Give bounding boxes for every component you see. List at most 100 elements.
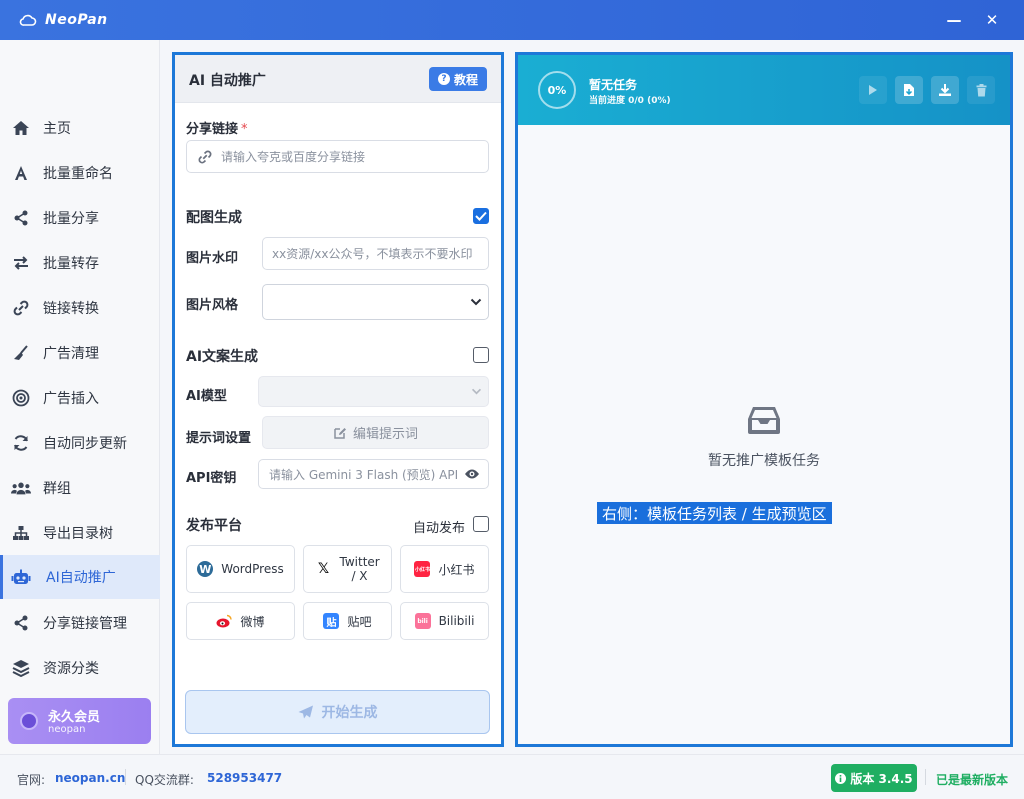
sidebar-item-label: 广告清理 bbox=[43, 346, 99, 362]
platform-tieba-button[interactable]: 贴 贴吧 bbox=[303, 602, 392, 640]
watermark-placeholder: xx资源/xx公众号，不填表示不要水印 bbox=[272, 247, 473, 261]
sidebar-item-label: 主页 bbox=[43, 121, 71, 137]
platform-wordpress-button[interactable]: W WordPress bbox=[186, 545, 295, 593]
sidebar-item-ad-clean[interactable]: 广告清理 bbox=[0, 331, 160, 375]
sidebar-item-batch-share[interactable]: 批量分享 bbox=[0, 196, 160, 240]
wordpress-icon: W bbox=[197, 561, 214, 577]
chevron-down-icon bbox=[471, 388, 482, 395]
home-icon bbox=[11, 118, 31, 138]
share-link-label: 分享链接 * bbox=[186, 122, 248, 137]
sidebar-item-label: 自动同步更新 bbox=[43, 436, 127, 452]
sidebar-item-label: 资源分类 bbox=[43, 661, 99, 677]
sidebar-item-ai-promo[interactable]: AI自动推广 bbox=[0, 555, 160, 599]
platform-label: Bilibili bbox=[438, 614, 475, 628]
title-bar: NeoPan — ✕ bbox=[0, 0, 1024, 40]
download-icon bbox=[938, 83, 952, 97]
import-file-button[interactable] bbox=[895, 76, 923, 104]
tieba-icon: 贴 bbox=[323, 613, 340, 629]
layers-icon bbox=[11, 658, 31, 678]
link-icon bbox=[11, 298, 31, 318]
sidebar-item-label: 广告插入 bbox=[43, 391, 99, 407]
close-button[interactable]: ✕ bbox=[982, 10, 1002, 30]
version-badge[interactable]: 版本 3.4.5 bbox=[831, 764, 917, 792]
sidebar-item-label: 批量转存 bbox=[43, 256, 99, 272]
ai-model-label: AI模型 bbox=[186, 389, 227, 404]
ai-model-select[interactable] bbox=[258, 376, 489, 407]
update-status: 已是最新版本 bbox=[936, 773, 1009, 787]
platform-bilibili-button[interactable]: bili Bilibili bbox=[400, 602, 489, 640]
play-button[interactable] bbox=[859, 76, 887, 104]
progress-ring: 0% bbox=[538, 71, 576, 109]
api-key-input[interactable]: 请输入 Gemini 3 Flash (预览) API bbox=[258, 459, 489, 489]
share-icon bbox=[11, 208, 31, 228]
task-progress-text: 当前进度 0/0 (0%) bbox=[589, 96, 671, 106]
sidebar-item-label: 批量重命名 bbox=[43, 166, 113, 182]
platform-label: 贴吧 bbox=[347, 614, 372, 629]
form-header: AI 自动推广 ? 教程 bbox=[175, 55, 501, 103]
publish-label: 发布平台 bbox=[186, 518, 242, 534]
sidebar-item-label: 导出目录树 bbox=[43, 526, 113, 542]
image-gen-checkbox[interactable] bbox=[473, 208, 489, 224]
sidebar-item-transfer[interactable]: 批量转存 bbox=[0, 241, 160, 285]
bilibili-icon: bili bbox=[414, 613, 431, 629]
edit-prompt-button[interactable]: 编辑提示词 bbox=[262, 416, 489, 449]
empty-state-text: 暂无推广模板任务 bbox=[708, 453, 820, 469]
cloud-logo-icon bbox=[18, 10, 38, 30]
tutorial-button[interactable]: ? 教程 bbox=[429, 67, 487, 91]
xiaohongshu-icon: 小红书 bbox=[414, 561, 431, 577]
weibo-icon bbox=[216, 613, 233, 629]
minimize-button[interactable]: — bbox=[944, 10, 964, 30]
chevron-down-icon bbox=[470, 298, 482, 306]
delete-button[interactable] bbox=[967, 76, 995, 104]
send-icon bbox=[298, 705, 314, 720]
api-key-placeholder: 请输入 Gemini 3 Flash (预览) API bbox=[269, 467, 458, 482]
sidebar-item-auto-sync[interactable]: 自动同步更新 bbox=[0, 421, 160, 465]
status-footer: 官网: neopan.cn QQ交流群: 528953477 版本 3.4.5 … bbox=[0, 754, 1024, 799]
sidebar-item-ad-insert[interactable]: 广告插入 bbox=[0, 376, 160, 420]
task-header: 0% 暂无任务 当前进度 0/0 (0%) bbox=[518, 55, 1010, 125]
sidebar-item-rename[interactable]: 批量重命名 bbox=[0, 151, 160, 195]
sidebar-item-groups[interactable]: 群组 bbox=[0, 466, 160, 510]
ai-copy-label: AI文案生成 bbox=[186, 349, 259, 365]
eye-icon[interactable] bbox=[464, 468, 480, 480]
share-link-input[interactable]: 请输入夸克或百度分享链接 bbox=[186, 140, 489, 173]
style-select[interactable] bbox=[262, 284, 489, 320]
task-title: 暂无任务 bbox=[589, 78, 638, 92]
sidebar-item-home[interactable]: 主页 bbox=[0, 106, 160, 150]
footer-divider bbox=[125, 769, 126, 785]
task-preview-panel: 0% 暂无任务 当前进度 0/0 (0%) 暂无推广模板任务 右侧：模板任务列表… bbox=[515, 52, 1013, 747]
prompt-label: 提示词设置 bbox=[186, 431, 252, 446]
sidebar-item-link-convert[interactable]: 链接转换 bbox=[0, 286, 160, 330]
platform-xiaohongshu-button[interactable]: 小红书 小红书 bbox=[400, 545, 489, 593]
site-link[interactable]: neopan.cn bbox=[55, 771, 125, 785]
app-title: NeoPan bbox=[45, 12, 108, 28]
file-import-icon bbox=[903, 83, 915, 97]
style-label: 图片风格 bbox=[186, 298, 239, 313]
sidebar-item-categories[interactable]: 资源分类 bbox=[0, 646, 160, 690]
version-label: 版本 3.4.5 bbox=[850, 771, 913, 786]
start-generate-button[interactable]: 开始生成 bbox=[185, 690, 490, 734]
ai-copy-checkbox[interactable] bbox=[473, 347, 489, 363]
font-icon bbox=[11, 163, 31, 183]
auto-publish-label: 自动发布 bbox=[413, 521, 466, 536]
sidebar-item-export-tree[interactable]: 导出目录树 bbox=[0, 511, 160, 555]
gem-icon bbox=[20, 712, 38, 730]
qq-group-number[interactable]: 528953477 bbox=[207, 771, 282, 785]
platform-twitter-button[interactable]: 𝕏 Twitter / X bbox=[303, 545, 392, 593]
member-title: 永久会员 bbox=[48, 710, 101, 725]
tree-icon bbox=[11, 523, 31, 543]
download-button[interactable] bbox=[931, 76, 959, 104]
watermark-input[interactable]: xx资源/xx公众号，不填表示不要水印 bbox=[262, 237, 489, 270]
member-card[interactable]: 永久会员 neopan bbox=[8, 698, 151, 744]
platform-weibo-button[interactable]: 微博 bbox=[186, 602, 295, 640]
broom-icon bbox=[11, 343, 31, 363]
share-icon bbox=[11, 613, 31, 633]
sidebar-item-share-manage[interactable]: 分享链接管理 bbox=[0, 601, 160, 645]
auto-publish-checkbox[interactable] bbox=[473, 516, 489, 532]
qq-group-label: QQ交流群: bbox=[135, 773, 194, 787]
tutorial-label: 教程 bbox=[453, 72, 478, 87]
edit-icon bbox=[333, 426, 347, 440]
sidebar: 主页 批量重命名 批量分享 批量转存 链接转换 广告清理 广告插入 自动同步更新… bbox=[0, 40, 160, 754]
api-key-label: API密钥 bbox=[186, 471, 237, 486]
image-gen-label: 配图生成 bbox=[186, 210, 242, 226]
